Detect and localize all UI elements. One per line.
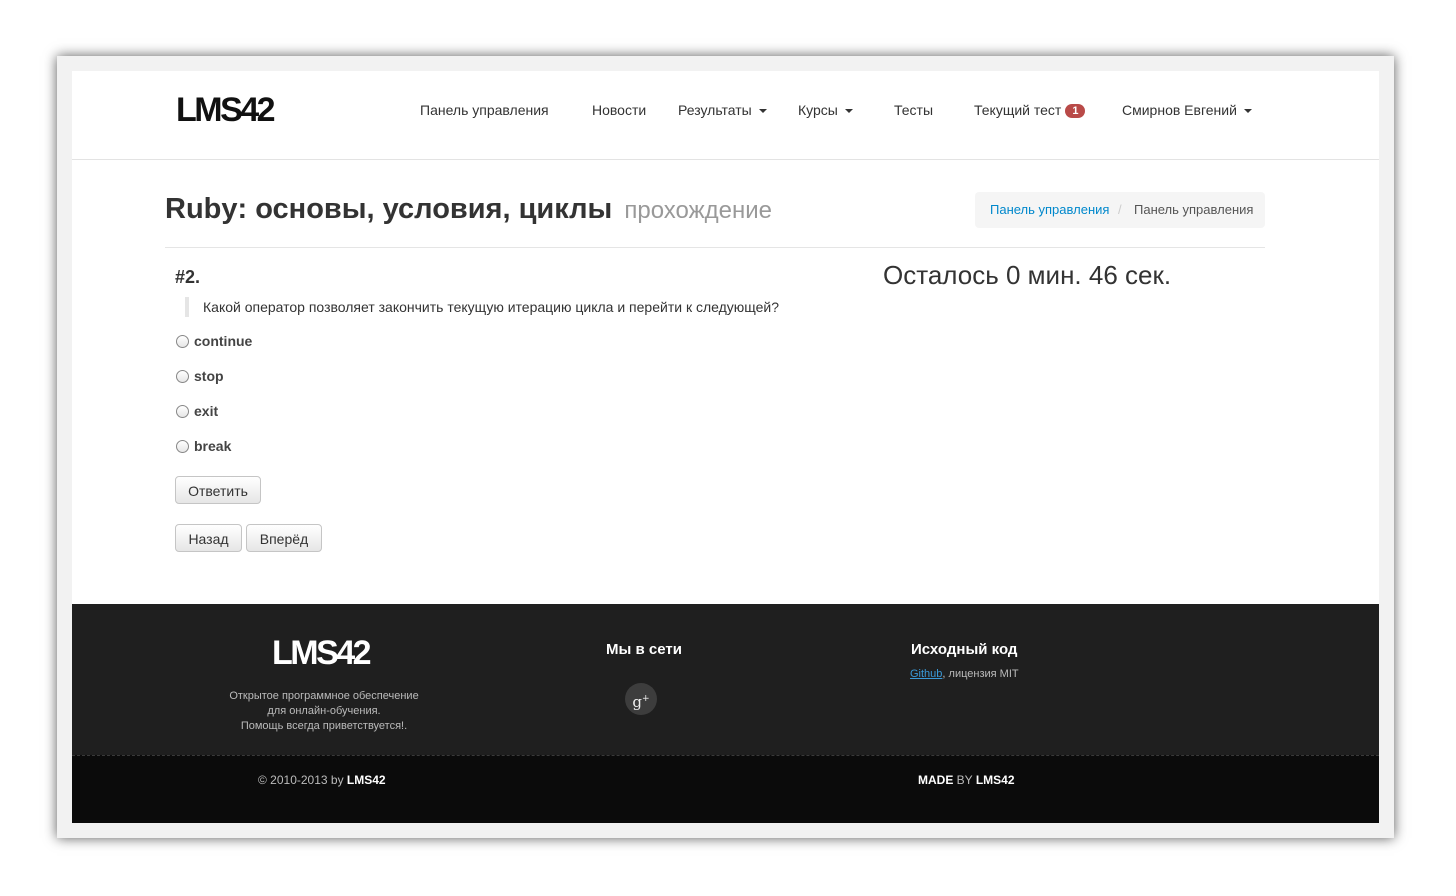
answer-button[interactable]: Ответить — [175, 476, 261, 504]
nav-user-dropdown[interactable]: Смирнов Евгений — [1122, 102, 1252, 118]
nav-current-test[interactable]: Текущий тест 1 — [974, 102, 1086, 119]
countdown-timer: Осталось 0 мин. 46 сек. — [883, 260, 1172, 290]
answer-option[interactable]: break — [176, 436, 231, 456]
question-text: Какой оператор позволяет закончить текущ… — [185, 297, 779, 317]
footer-about-line: Помощь всегда приветствуется!. — [240, 720, 408, 732]
answer-option[interactable]: exit — [176, 401, 218, 421]
brand-logo[interactable]: LMS42 — [176, 91, 276, 130]
github-link[interactable]: Github — [910, 668, 942, 680]
footer-logo: LMS42 — [272, 634, 372, 672]
footer: LMS42 Открытое программное обеспечение д… — [72, 604, 1379, 823]
nav-courses-dropdown[interactable]: Курсы — [798, 102, 853, 118]
google-plus-sup: + — [642, 694, 650, 704]
radio-button[interactable] — [176, 440, 189, 453]
navbar: LMS42 Панель управления Новости Результа… — [72, 71, 1379, 160]
answer-option[interactable]: stop — [176, 366, 224, 386]
nav-news-label: Новости — [592, 102, 647, 118]
current-test-badge: 1 — [1065, 104, 1086, 119]
source-heading: Исходный код — [911, 641, 1018, 658]
breadcrumb: Панель управления / Панель управления — [975, 192, 1265, 228]
caret-down-icon — [758, 109, 767, 114]
breadcrumb-active: Панель управления — [1134, 202, 1254, 217]
radio-button[interactable] — [176, 335, 189, 348]
forward-button[interactable]: Вперёд — [246, 524, 322, 552]
nav-tests[interactable]: Тесты — [894, 102, 933, 118]
copyright: © 2010-2013 by LMS42 — [258, 773, 386, 787]
back-button[interactable]: Назад — [175, 524, 242, 552]
radio-button[interactable] — [176, 405, 189, 418]
made-by: MADE BY LMS42 — [918, 773, 1015, 787]
breadcrumb-link-dashboard[interactable]: Панель управления — [990, 192, 1109, 228]
nav-results-dropdown[interactable]: Результаты — [678, 102, 767, 118]
page-title-text: Ruby: основы, условия, циклы — [165, 193, 613, 225]
answer-option-label: stop — [194, 368, 224, 384]
footer-about: Открытое программное обеспечение для онл… — [204, 689, 444, 734]
nav-news[interactable]: Новости — [592, 102, 646, 118]
copyright-text: © 2010-2013 by — [258, 773, 347, 787]
google-plus-glyph: g — [632, 693, 643, 711]
footer-about-line: для онлайн-обучения. — [267, 705, 381, 717]
answer-option-label: continue — [194, 333, 253, 349]
radio-button[interactable] — [176, 370, 189, 383]
footer-bottom: © 2010-2013 by LMS42 MADE BY LMS42 — [72, 755, 1379, 823]
nav-current-test-label: Текущий тест — [974, 102, 1062, 118]
source-line: Github, лицензия MIT — [910, 668, 1019, 680]
made-brand: LMS42 — [975, 773, 1015, 787]
google-plus-icon[interactable]: g+ — [625, 683, 657, 715]
question-number: #2. — [175, 267, 201, 287]
answer-option-label: exit — [194, 403, 219, 419]
made-text: MADE — [918, 773, 954, 787]
nav-user-label: Смирнов Евгений — [1122, 102, 1237, 118]
footer-top: LMS42 Открытое программное обеспечение д… — [72, 604, 1379, 754]
breadcrumb-separator: / — [1118, 202, 1122, 217]
page: LMS42 Панель управления Новости Результа… — [72, 71, 1379, 823]
footer-about-line: Открытое программное обеспечение — [229, 690, 419, 702]
nav-tests-label: Тесты — [894, 102, 934, 118]
license-text: , лицензия MIT — [942, 668, 1019, 680]
title-divider — [165, 247, 1265, 248]
caret-down-icon — [1243, 109, 1252, 114]
social-heading: Мы в сети — [606, 641, 682, 658]
page-subtitle: прохождение — [624, 197, 773, 224]
answer-option[interactable]: continue — [176, 331, 252, 351]
nav-results-label: Результаты — [678, 102, 752, 118]
page-title: Ruby: основы, условия, циклы прохождение — [165, 193, 772, 226]
copyright-brand: LMS42 — [346, 773, 386, 787]
by-text: BY — [953, 773, 976, 787]
answer-option-label: break — [194, 438, 232, 454]
nav-dashboard[interactable]: Панель управления — [420, 102, 549, 118]
caret-down-icon — [844, 109, 853, 114]
nav-dashboard-label: Панель управления — [420, 102, 549, 118]
nav-courses-label: Курсы — [798, 102, 838, 118]
